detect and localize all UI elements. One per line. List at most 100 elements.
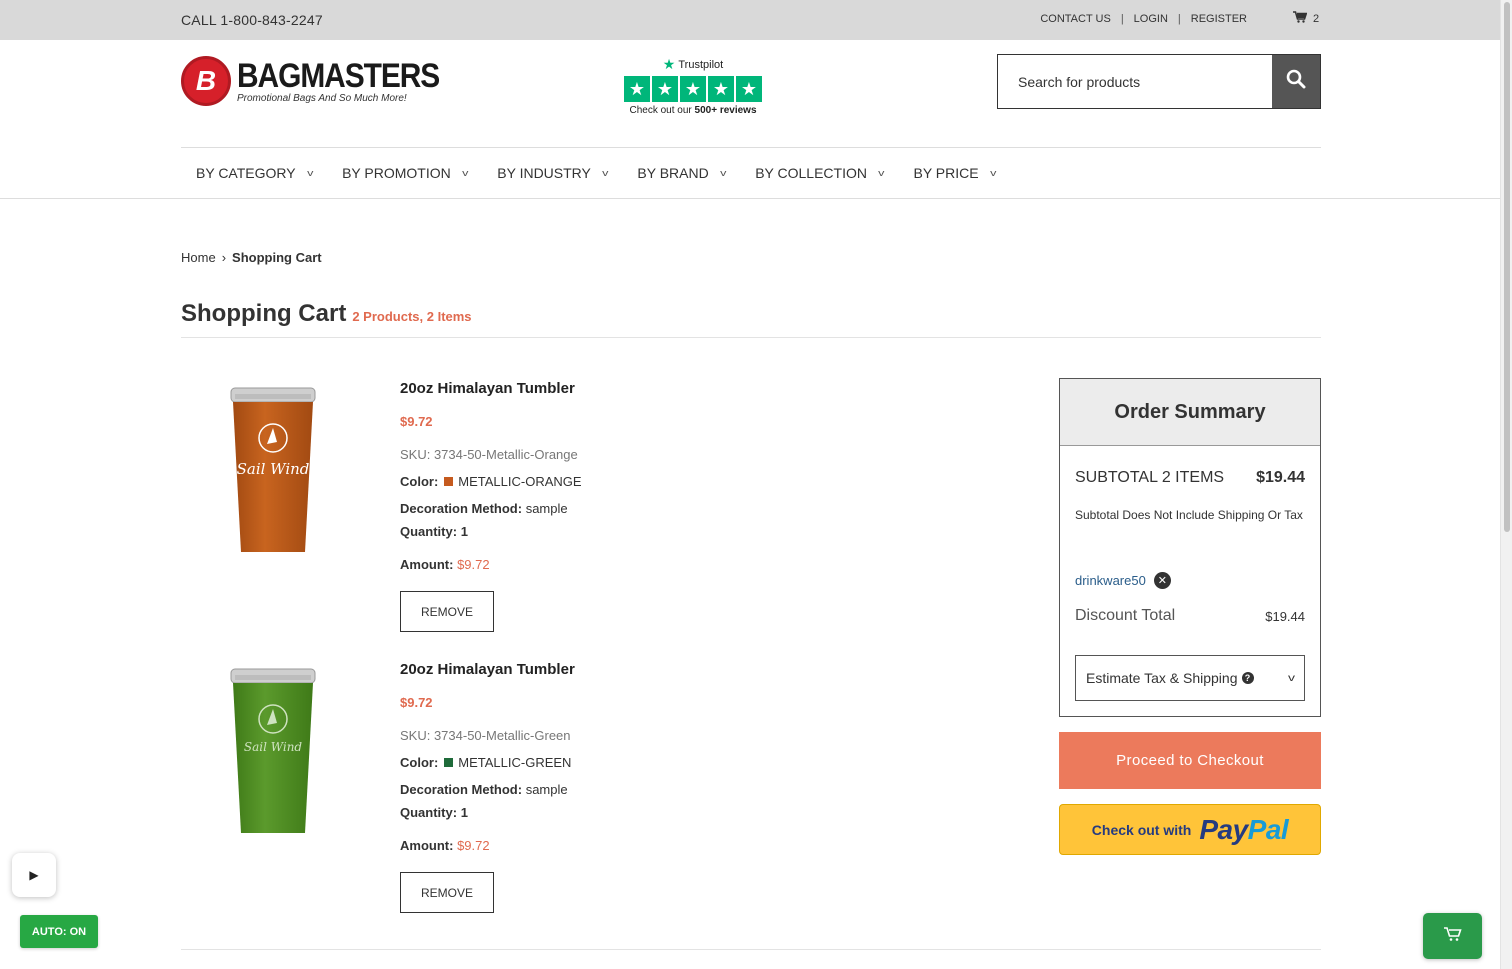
nav-label: BY CATEGORY xyxy=(196,165,296,181)
quantity-label: Quantity: xyxy=(400,805,458,820)
search-button[interactable] xyxy=(1272,55,1320,108)
discount-value: $19.44 xyxy=(1265,608,1305,624)
play-icon[interactable]: ▶ xyxy=(12,853,56,897)
remove-button[interactable]: REMOVE xyxy=(400,591,494,632)
nav-label: BY PROMOTION xyxy=(342,165,451,181)
subtotal-note: Subtotal Does Not Include Shipping Or Ta… xyxy=(1075,508,1303,522)
color-label: Color: xyxy=(400,755,439,770)
decoration-label: Decoration Method: xyxy=(400,782,523,797)
product-sku: SKU: 3734-50-Metallic-Green xyxy=(400,728,571,743)
product-name[interactable]: 20oz Himalayan Tumbler xyxy=(400,661,575,678)
top-bar: CALL 1-800-843-2247 CONTACT US | LOGIN |… xyxy=(0,0,1500,40)
search-input[interactable]: Search for products xyxy=(998,55,1272,108)
product-price: $9.72 xyxy=(400,414,433,429)
paypal-logo-pal: Pal xyxy=(1247,813,1289,845)
divider xyxy=(181,949,1321,950)
remove-button[interactable]: REMOVE xyxy=(400,872,494,913)
product-image[interactable]: Sail Wind xyxy=(229,384,317,556)
chevron-down-icon: v xyxy=(1288,672,1295,684)
trustpilot-rating-stars: ★ ★ ★ ★ ★ xyxy=(623,76,763,102)
auto-toggle-button[interactable]: AUTO: ON xyxy=(20,915,98,948)
nav-by-collection[interactable]: BY COLLECTION v xyxy=(755,165,885,181)
product-color: Color: METALLIC-GREEN xyxy=(400,755,575,770)
remove-coupon-icon[interactable]: ✕ xyxy=(1153,572,1171,589)
quantity-label: Quantity: xyxy=(400,524,458,539)
estimate-label: Estimate Tax & Shipping xyxy=(1086,670,1238,686)
product-sku: SKU: 3734-50-Metallic-Orange xyxy=(400,447,578,462)
site-logo[interactable]: B BAGMASTERS Promotional Bags And So Muc… xyxy=(181,56,467,106)
nav-by-industry[interactable]: BY INDUSTRY v xyxy=(497,165,609,181)
star-icon: ★ xyxy=(624,76,650,102)
nav-by-price[interactable]: BY PRICE v xyxy=(913,165,996,181)
nav-by-category[interactable]: BY CATEGORY v xyxy=(196,165,313,181)
quantity-value: 1 xyxy=(460,524,468,539)
cart-count: 2 xyxy=(1313,12,1320,25)
tumbler-imprint: Sail Wind xyxy=(237,460,310,478)
discount-row: Discount Total $19.44 xyxy=(1075,607,1305,625)
chevron-down-icon: v xyxy=(989,168,996,178)
chevron-right-icon: › xyxy=(221,250,227,265)
cart-icon xyxy=(1443,926,1462,947)
star-icon: ★ xyxy=(652,76,678,102)
chevron-down-icon: v xyxy=(306,168,313,178)
amount-label: Amount: xyxy=(400,557,454,572)
nav-by-brand[interactable]: BY BRAND v xyxy=(637,165,727,181)
paypal-checkout-button[interactable]: Check out with PayPal xyxy=(1059,804,1321,855)
quantity-value: 1 xyxy=(460,805,468,820)
product-quantity: Quantity: 1 xyxy=(400,524,582,539)
decoration-value: sample xyxy=(525,501,568,516)
subtotal-row: SUBTOTAL 2 ITEMS $19.44 xyxy=(1075,469,1305,487)
applied-coupon: drinkware50 ✕ xyxy=(1075,572,1171,589)
scrollbar-thumb[interactable] xyxy=(1504,2,1510,532)
page-header: Shopping Cart 2 Products, 2 Items xyxy=(181,300,472,328)
login-link[interactable]: LOGIN xyxy=(1134,13,1168,25)
floating-cart-button[interactable] xyxy=(1423,913,1482,959)
amount-value: $9.72 xyxy=(457,838,490,853)
separator: | xyxy=(1120,13,1124,25)
product-amount: Amount: $9.72 xyxy=(400,557,582,572)
product-image[interactable]: Sail Wind xyxy=(229,665,317,837)
star-icon: ★ xyxy=(680,76,706,102)
color-swatch xyxy=(444,477,454,486)
decoration-label: Decoration Method: xyxy=(400,501,523,516)
help-icon[interactable]: ? xyxy=(1241,672,1254,684)
star-icon: ★ xyxy=(708,76,734,102)
trustpilot-brand: Trustpilot xyxy=(678,58,724,71)
nav-label: BY BRAND xyxy=(637,165,709,181)
trustpilot-widget[interactable]: ★ Trustpilot ★ ★ ★ ★ ★ Check out our 500+… xyxy=(623,56,763,116)
subtotal-value: $19.44 xyxy=(1256,469,1305,486)
nav-label: BY PRICE xyxy=(913,165,979,181)
chevron-down-icon: v xyxy=(878,168,885,178)
breadcrumb-current: Shopping Cart xyxy=(232,250,322,265)
header-cart[interactable]: 2 xyxy=(1293,11,1319,26)
chevron-down-icon: v xyxy=(719,168,727,178)
product-amount: Amount: $9.72 xyxy=(400,838,575,853)
search-box: Search for products xyxy=(997,54,1321,109)
subtotal-label: SUBTOTAL 2 ITEMS xyxy=(1075,469,1225,486)
star-icon: ★ xyxy=(736,76,762,102)
paypal-prefix: Check out with xyxy=(1091,821,1192,838)
main-nav: BY CATEGORY v BY PROMOTION v BY INDUSTRY v … xyxy=(196,165,1025,181)
proceed-to-checkout-button[interactable]: Proceed to Checkout xyxy=(1059,732,1321,789)
product-name[interactable]: 20oz Himalayan Tumbler xyxy=(400,380,582,397)
reviews-prefix: Check out our xyxy=(629,105,695,116)
cart-icon xyxy=(1293,11,1308,26)
nav-by-promotion[interactable]: BY PROMOTION v xyxy=(342,165,468,181)
page-scrollbar[interactable] xyxy=(1500,0,1512,969)
contact-us-link[interactable]: CONTACT US xyxy=(1040,13,1111,25)
phone-number[interactable]: CALL 1-800-843-2247 xyxy=(181,12,323,28)
paypal-logo-pay: Pay xyxy=(1199,813,1248,845)
paypal-logo: PayPal xyxy=(1199,814,1288,846)
product-price: $9.72 xyxy=(400,695,433,710)
breadcrumb-home[interactable]: Home xyxy=(181,250,216,265)
product-decoration: Decoration Method: sample xyxy=(400,501,582,516)
discount-label: Discount Total xyxy=(1075,607,1176,624)
color-label: Color: xyxy=(400,474,439,489)
color-value: METALLIC-GREEN xyxy=(458,755,572,770)
product-decoration: Decoration Method: sample xyxy=(400,782,575,797)
divider xyxy=(181,337,1321,338)
decoration-value: sample xyxy=(525,782,568,797)
estimate-tax-shipping-dropdown[interactable]: Estimate Tax & Shipping ? v xyxy=(1075,655,1305,701)
chevron-down-icon: v xyxy=(601,168,609,178)
register-link[interactable]: REGISTER xyxy=(1191,13,1247,25)
